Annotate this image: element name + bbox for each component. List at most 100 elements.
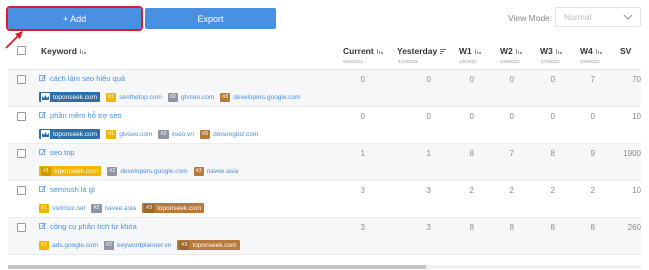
competitor-tag[interactable]: #1 vietmoz.net xyxy=(39,203,85,213)
cell-w3: 2 xyxy=(550,186,555,195)
competitor-tag[interactable]: #2 gtvseo.com xyxy=(167,92,214,102)
competitor-tag[interactable]: #2 keywordplanner.vn xyxy=(104,240,171,250)
rank-badge: #1 xyxy=(106,92,117,102)
edit-icon xyxy=(39,75,46,82)
table-header: Keyword Current 5/10/2021 Yesterday 4/10… xyxy=(8,38,641,70)
cell-w1: 2 xyxy=(469,186,474,195)
competitor-tag[interactable]: toponseek.com xyxy=(39,129,101,139)
competitor-tag[interactable]: #3 navee.asia xyxy=(193,166,238,176)
cell-sv: 10 xyxy=(632,186,641,195)
cell-w2: 0 xyxy=(509,75,514,84)
row-checkbox[interactable] xyxy=(17,223,26,232)
scrollbar-thumb[interactable] xyxy=(8,265,426,269)
table-row: semrush là gì 3 3 2 2 2 2 10 #1 vietmoz.net #2 nave… xyxy=(8,181,641,218)
table-row: công cụ phân tích từ khóa 3 3 8 8 8 8 260 #1 ads.… xyxy=(8,218,641,255)
table-row: cách làm seo hiệu quả 0 0 0 0 0 7 70 toponseek.c… xyxy=(8,70,641,107)
competitor-domain: toponseek.com xyxy=(53,130,98,138)
row-checkbox[interactable] xyxy=(17,186,26,195)
chevron-down-icon xyxy=(623,14,633,20)
header-keyword[interactable]: Keyword xyxy=(41,46,86,56)
cell-yesterday: 0 xyxy=(426,112,431,121)
view-mode-label: View Mode: xyxy=(508,13,553,23)
cell-w3: 8 xyxy=(550,223,555,232)
cell-w2: 2 xyxy=(509,186,514,195)
select-all-checkbox[interactable] xyxy=(17,46,26,55)
header-current[interactable]: Current xyxy=(343,46,383,56)
keyword-table: Keyword Current 5/10/2021 Yesterday 4/10… xyxy=(8,38,641,255)
competitor-tag[interactable]: #1 ads.google.com xyxy=(39,240,99,250)
row-checkbox[interactable] xyxy=(17,149,26,158)
row-checkbox[interactable] xyxy=(17,75,26,84)
cell-current: 1 xyxy=(360,149,365,158)
keyword-link[interactable]: semrush là gì xyxy=(39,185,95,194)
cell-sv: 70 xyxy=(632,75,641,84)
competitor-domain: xseo.vn xyxy=(171,130,194,138)
cell-w4: 8 xyxy=(590,223,595,232)
horizontal-scrollbar[interactable] xyxy=(8,265,641,269)
competitor-tag[interactable]: #1 toponseek.com xyxy=(39,166,102,176)
competitor-tag[interactable]: #2 navee.asia xyxy=(91,203,136,213)
header-sv[interactable]: SV xyxy=(620,46,631,56)
competitor-tag[interactable]: toponseek.com xyxy=(39,92,101,102)
cell-current: 0 xyxy=(360,112,365,121)
view-mode-select[interactable]: Normal xyxy=(555,7,641,27)
row-checkbox[interactable] xyxy=(17,112,26,121)
competitor-tag[interactable]: #3 toponseek.com xyxy=(177,240,240,250)
header-w1[interactable]: W1 xyxy=(459,46,481,56)
cell-current: 0 xyxy=(360,75,365,84)
header-w4[interactable]: W4 xyxy=(580,46,602,56)
sort-icon xyxy=(595,49,602,55)
cell-w1: 0 xyxy=(469,75,474,84)
cell-sv: 10 xyxy=(632,112,641,121)
export-button[interactable]: Export xyxy=(145,8,276,29)
competitor-tag[interactable]: #3 doisongbiz.com xyxy=(200,129,259,139)
cell-w4: 9 xyxy=(590,149,595,158)
crown-icon xyxy=(41,92,50,102)
header-w2-date: 24/9/2021 xyxy=(500,59,521,64)
competitor-domain: developers.google.com xyxy=(233,93,301,101)
keyword-link[interactable]: seo top xyxy=(39,148,75,157)
competitor-tag[interactable]: #3 developers.google.com xyxy=(220,92,301,102)
competitor-tags: toponseek.com #1 seothetop.com #2 gtvseo.com… xyxy=(39,92,307,102)
keyword-link[interactable]: cách làm seo hiệu quả xyxy=(39,74,125,83)
add-button[interactable]: + Add xyxy=(6,6,143,31)
edit-icon xyxy=(39,112,46,119)
keyword-text: semrush là gì xyxy=(50,185,96,194)
edit-icon xyxy=(39,223,46,230)
competitor-domain: toponseek.com xyxy=(54,167,99,175)
rank-badge: #1 xyxy=(39,203,50,213)
cell-w1: 8 xyxy=(469,149,474,158)
header-w3-date: 17/9/2021 xyxy=(540,59,561,64)
toolbar: + Add Export View Mode: Normal xyxy=(0,0,649,49)
header-w4-date: 10/9/2021 xyxy=(580,59,601,64)
header-w2[interactable]: W2 xyxy=(500,46,522,56)
keyword-link[interactable]: công cụ phân tích từ khóa xyxy=(39,222,137,231)
sort-icon xyxy=(79,49,86,55)
competitor-domain: doisongbiz.com xyxy=(213,130,259,138)
keyword-text: seo top xyxy=(50,148,75,157)
cell-sv: 260 xyxy=(627,223,641,232)
header-current-date: 5/10/2021 xyxy=(343,59,364,64)
rank-badge: #2 xyxy=(107,166,118,176)
header-w1-date: 1/9/2021 xyxy=(459,59,477,64)
header-yesterday[interactable]: Yesterday xyxy=(397,46,447,56)
keyword-link[interactable]: phần mềm hỗ trợ seo xyxy=(39,111,122,120)
cell-w1: 8 xyxy=(469,223,474,232)
cell-w1: 0 xyxy=(469,112,474,121)
keyword-text: công cụ phân tích từ khóa xyxy=(50,222,137,231)
cell-w3: 8 xyxy=(550,149,555,158)
rank-badge: #1 xyxy=(106,129,117,139)
sort-icon xyxy=(376,49,383,55)
competitor-domain: toponseek.com xyxy=(157,204,202,212)
competitor-tags: toponseek.com #1 gtvseo.com #2 xseo.vn #3 dois… xyxy=(39,129,264,139)
competitor-tag[interactable]: #1 gtvseo.com xyxy=(106,129,152,139)
competitor-tag[interactable]: #1 seothetop.com xyxy=(106,92,162,102)
competitor-domain: ads.google.com xyxy=(52,241,99,249)
competitor-tag[interactable]: #2 developers.google.com xyxy=(107,166,188,176)
cell-w4: 7 xyxy=(590,75,595,84)
competitor-tag[interactable]: #3 toponseek.com xyxy=(141,203,205,213)
sort-icon xyxy=(515,49,522,55)
competitor-tag[interactable]: #2 xseo.vn xyxy=(158,129,194,139)
header-w3[interactable]: W3 xyxy=(540,46,562,56)
view-mode-value: Normal xyxy=(564,12,592,22)
